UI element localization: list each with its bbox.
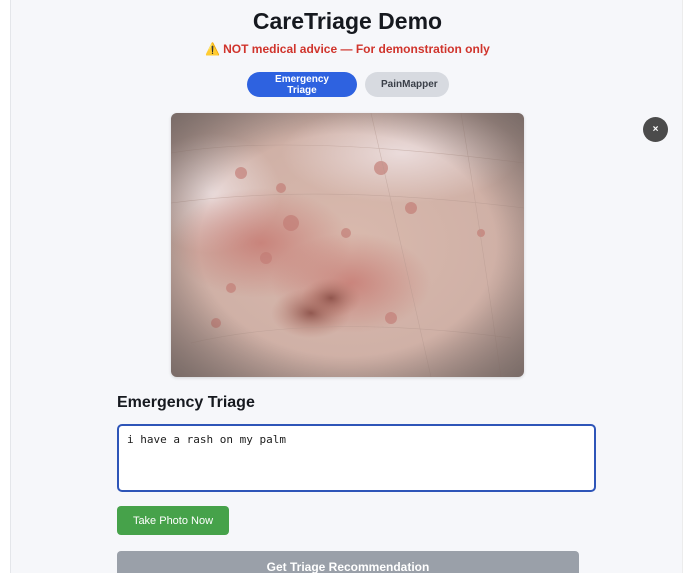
disclaimer-banner: ⚠️ NOT medical advice — For demonstration… (11, 42, 684, 56)
tab-painmapper[interactable]: PainMapper (365, 72, 449, 97)
app-frame: CareTriage Demo ⚠️ NOT medical advice — F… (10, 0, 685, 573)
disclaimer-text: NOT medical advice — For demonstration o… (223, 42, 490, 56)
page-title: CareTriage Demo (252, 8, 443, 34)
close-photo-button[interactable]: × (643, 117, 668, 142)
tab-emergency-triage[interactable]: Emergency Triage (247, 72, 357, 97)
mode-tabs: Emergency Triage PainMapper (247, 72, 449, 97)
section-heading: Emergency Triage (117, 394, 255, 411)
skin-rash-photo (171, 113, 524, 377)
photo-image (171, 113, 524, 377)
close-icon: × (652, 124, 659, 135)
symptoms-input[interactable] (117, 424, 596, 492)
warning-icon: ⚠️ (205, 42, 221, 56)
scrollbar[interactable] (682, 0, 695, 573)
get-triage-recommendation-button[interactable]: Get Triage Recommendation (117, 551, 579, 573)
take-photo-button[interactable]: Take Photo Now (117, 506, 229, 535)
